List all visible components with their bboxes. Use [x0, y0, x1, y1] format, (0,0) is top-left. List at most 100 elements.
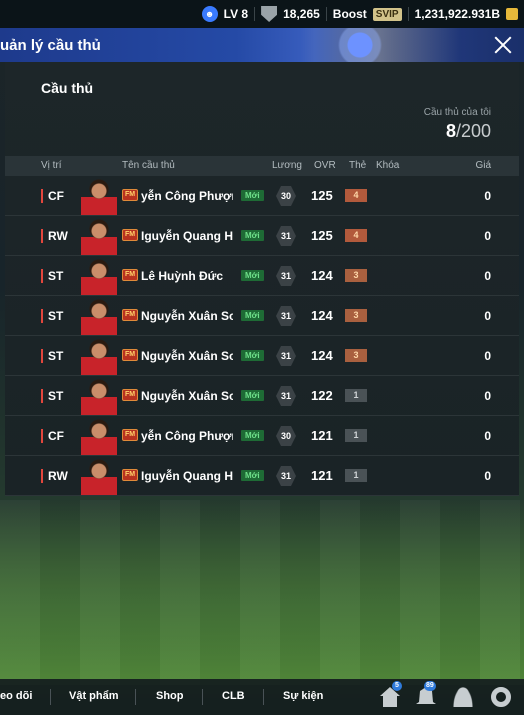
nav-items[interactable]: Vật phẩm — [69, 690, 119, 702]
player-position: CF — [41, 189, 64, 203]
grade-badge: 1 — [345, 469, 367, 482]
player-row[interactable]: ST FMNguyễn Xuân Son Mới 31 122 1 0 — [5, 376, 519, 416]
bell-badge: 89 — [424, 681, 436, 691]
player-name: Nguyễn Xuân Son — [141, 349, 233, 363]
player-position: CF — [41, 429, 64, 443]
player-list: CFFMyễn Công PhượngMới3012540RWFMIguyễn … — [5, 176, 519, 496]
col-lock[interactable]: Khóa — [376, 160, 399, 171]
bottom-nav: eo dõi Vật phẩm Shop CLB Sự kiện 5 89 — [0, 679, 524, 715]
player-row[interactable]: ST FM Lê Huỳnh Đức Mới 31 124 3 0 — [5, 256, 519, 296]
divider — [202, 689, 203, 705]
player-name: Lê Huỳnh Đức — [141, 269, 224, 283]
grass-field — [0, 500, 524, 685]
player-ovr: 124 — [311, 268, 333, 283]
currency-amount: 1,231,922.931B — [414, 7, 500, 21]
player-name: Nguyễn Xuân Son — [141, 389, 233, 403]
nav-club[interactable]: CLB — [222, 690, 245, 702]
currency-coin-icon[interactable] — [506, 8, 518, 20]
grade-badge: 3 — [345, 269, 367, 282]
player-avatar — [81, 379, 117, 415]
nav-shop[interactable]: Shop — [156, 690, 184, 702]
player-price: 0 — [484, 309, 491, 323]
header-emblem-icon — [300, 28, 460, 62]
grade-badge: 4 — [345, 189, 367, 202]
grade-badge: 3 — [345, 309, 367, 322]
player-name: Iguyễn Quang Hải — [141, 229, 233, 243]
col-grade[interactable]: Thẻ — [349, 160, 366, 171]
close-button[interactable] — [492, 34, 514, 56]
player-row[interactable]: RW FM Iguyễn Quang Hải Mới 31 125 4 0 — [5, 216, 519, 256]
new-badge: Mới — [241, 350, 264, 361]
new-badge: Mới — [241, 190, 264, 201]
player-row[interactable]: ST FMNguyễn Xuân Son Mới 31 124 3 0 — [5, 336, 519, 376]
player-price: 0 — [484, 389, 491, 403]
salary-hex: 31 — [276, 306, 296, 326]
player-position: ST — [41, 309, 63, 323]
player-position: ST — [41, 349, 63, 363]
player-price: 0 — [484, 229, 491, 243]
player-name: yễn Công Phượng — [141, 189, 233, 203]
profile-icon[interactable] — [453, 687, 473, 707]
count-current: 8 — [445, 121, 456, 141]
nav-events[interactable]: Sự kiện — [283, 690, 323, 702]
card-season-icon: FM — [122, 469, 138, 481]
salary-hex: 31 — [276, 386, 296, 406]
player-row[interactable]: ST FMNguyễn Xuân Son Mới 31 124 3 0 — [5, 296, 519, 336]
player-position: ST — [41, 389, 63, 403]
col-name[interactable]: Tên cầu thủ — [122, 160, 175, 171]
grade-badge: 1 — [345, 429, 367, 442]
card-season-icon: FM — [122, 389, 138, 401]
player-row[interactable]: CF FMyễn Công Phượng Mới 30 121 1 0 — [5, 416, 519, 456]
divider — [407, 7, 409, 21]
salary-hex: 31 — [276, 266, 296, 286]
divider — [135, 689, 136, 705]
card-season-icon: FM — [122, 429, 138, 441]
player-name: yễn Công Phượng — [141, 429, 233, 443]
salary-hex: 31 — [276, 226, 296, 246]
salary-hex: 31 — [276, 466, 296, 486]
player-row[interactable]: RW FM Iguyễn Quang Hải Mới 31 121 1 0 — [5, 456, 519, 496]
screen-header: uản lý cầu thủ — [0, 28, 524, 62]
col-position[interactable]: Vị trí — [41, 160, 62, 171]
gear-icon[interactable] — [491, 687, 511, 707]
player-ovr: 125 — [311, 188, 333, 203]
new-badge: Mới — [241, 390, 264, 401]
panel-title: Cầu thủ — [41, 80, 94, 96]
divider — [263, 689, 264, 705]
col-price[interactable]: Giá — [475, 160, 491, 171]
card-season-icon: FM — [122, 309, 138, 321]
screen-title: uản lý cầu thủ — [0, 36, 101, 54]
my-players-count: 8/200 — [446, 121, 491, 142]
status-bar: ☻ LV 8 18,265 Boost SVIP 1,231,922.931B — [0, 0, 524, 28]
player-ovr: 124 — [311, 308, 333, 323]
grade-badge: 4 — [345, 229, 367, 242]
new-badge: Mới — [241, 310, 264, 321]
new-badge: Mới — [241, 270, 264, 281]
player-avatar — [81, 459, 117, 495]
salary-hex: 30 — [276, 186, 296, 206]
salary-hex: 30 — [276, 426, 296, 446]
player-ovr: 124 — [311, 348, 333, 363]
card-season-icon: FM — [122, 349, 138, 361]
player-price: 0 — [484, 429, 491, 443]
player-ovr: 121 — [311, 428, 333, 443]
nav-follow[interactable]: eo dõi — [0, 690, 32, 702]
trophy-count: 18,265 — [283, 7, 320, 21]
col-ovr[interactable]: OVR — [314, 160, 336, 171]
player-ovr: 122 — [311, 388, 333, 403]
boost-label[interactable]: Boost — [333, 7, 367, 21]
svip-badge[interactable]: SVIP — [372, 7, 402, 21]
player-avatar — [81, 219, 117, 255]
home-badge: 5 — [392, 681, 402, 691]
player-price: 0 — [484, 189, 491, 203]
player-position: RW — [41, 229, 68, 243]
player-avatar — [81, 299, 117, 335]
player-row[interactable]: CF FMyễn Công Phượng Mới 30 125 4 0 — [5, 176, 519, 216]
grade-badge: 3 — [345, 349, 367, 362]
col-salary[interactable]: Lương — [272, 160, 302, 171]
new-badge: Mới — [241, 230, 264, 241]
new-badge: Mới — [241, 430, 264, 441]
player-price: 0 — [484, 349, 491, 363]
new-badge: Mới — [241, 470, 264, 481]
card-season-icon: FM — [122, 269, 138, 281]
